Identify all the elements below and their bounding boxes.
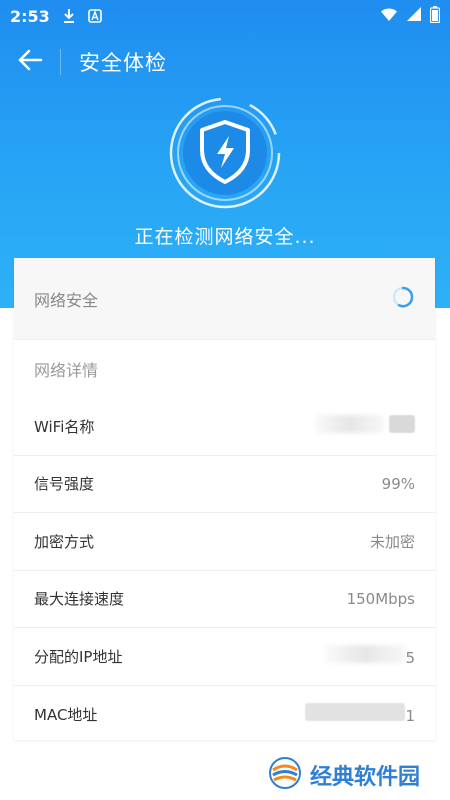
page-title: 安全体检 [79, 51, 167, 75]
battery-icon [429, 5, 441, 27]
watermark-logo-icon [268, 756, 302, 794]
back-button[interactable] [0, 38, 60, 86]
detail-value [314, 415, 415, 437]
download-icon [62, 8, 76, 24]
network-security-label: 网络安全 [34, 290, 99, 310]
detail-key: 加密方式 [34, 532, 95, 551]
results-card: 网络安全 网络详情 WiFi名称 信号强度 99% 加密方式 未加密 最大连接速… [14, 258, 435, 740]
detail-row-max-speed: 最大连接速度 150Mbps [14, 571, 435, 628]
detail-key: MAC地址 [34, 705, 98, 724]
signal-icon [406, 6, 422, 26]
toolbar: 安全体检 [0, 38, 450, 86]
arrow-left-icon [17, 49, 43, 75]
watermark-text: 经典软件园 [310, 765, 421, 790]
detail-value: 未加密 [369, 532, 415, 551]
detail-value: 150Mbps [346, 589, 415, 608]
network-details-title: 网络详情 [34, 361, 99, 380]
detail-row-signal-strength: 信号强度 99% [14, 456, 435, 513]
scan-status-text: 正在检测网络安全... [134, 226, 316, 248]
watermark: 经典软件园 [250, 750, 450, 800]
detail-key: 分配的IP地址 [34, 647, 123, 666]
detail-key: WiFi名称 [34, 417, 95, 436]
shield-scan-graphic [168, 96, 282, 210]
wifi-icon [380, 7, 398, 26]
status-time: 2:53 [10, 6, 50, 26]
loading-spinner-icon [391, 285, 415, 313]
detail-value: 5 [325, 645, 415, 667]
detail-key: 最大连接速度 [34, 590, 125, 609]
detail-value-visible: 5 [405, 649, 415, 668]
detail-value: 99% [381, 474, 415, 493]
detail-value-visible: 1 [405, 707, 415, 726]
detail-row-ip-address: 分配的IP地址 5 [14, 628, 435, 686]
a-icon [87, 9, 102, 23]
status-bar: 2:53 [0, 0, 450, 32]
detail-row-encryption: 加密方式 未加密 [14, 513, 435, 571]
detail-row-mac-address: MAC地址 1 [14, 686, 435, 744]
toolbar-divider [60, 49, 61, 75]
shield-lightning-icon [169, 97, 281, 209]
detail-row-wifi-name: WiFi名称 [14, 398, 435, 456]
detail-value: 1 [305, 703, 415, 725]
detail-key: 信号强度 [34, 475, 95, 494]
network-security-row[interactable]: 网络安全 [14, 258, 435, 340]
